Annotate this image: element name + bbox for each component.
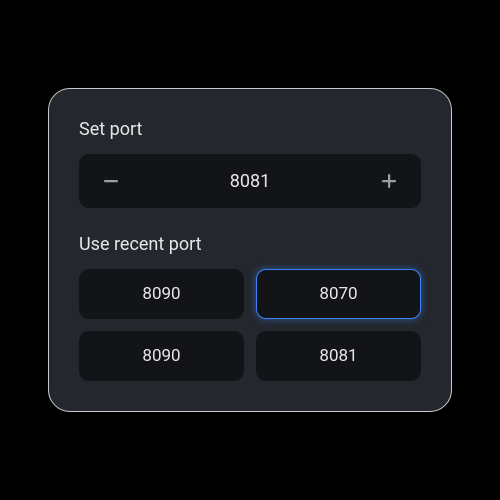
- port-value: 8081: [125, 171, 375, 192]
- recent-port-button[interactable]: 8090: [79, 331, 244, 381]
- recent-port-label: Use recent port: [79, 234, 421, 255]
- plus-icon: [381, 173, 397, 189]
- recent-port-button[interactable]: 8070: [256, 269, 421, 319]
- increment-button[interactable]: [375, 167, 403, 195]
- port-stepper[interactable]: 8081: [79, 154, 421, 208]
- recent-port-button[interactable]: 8090: [79, 269, 244, 319]
- minus-icon: [103, 173, 119, 189]
- port-settings-panel: Set port 8081 Use recent port 8090 8070 …: [48, 88, 452, 412]
- set-port-label: Set port: [79, 119, 421, 140]
- decrement-button[interactable]: [97, 167, 125, 195]
- recent-port-button[interactable]: 8081: [256, 331, 421, 381]
- recent-port-grid: 8090 8070 8090 8081: [79, 269, 421, 381]
